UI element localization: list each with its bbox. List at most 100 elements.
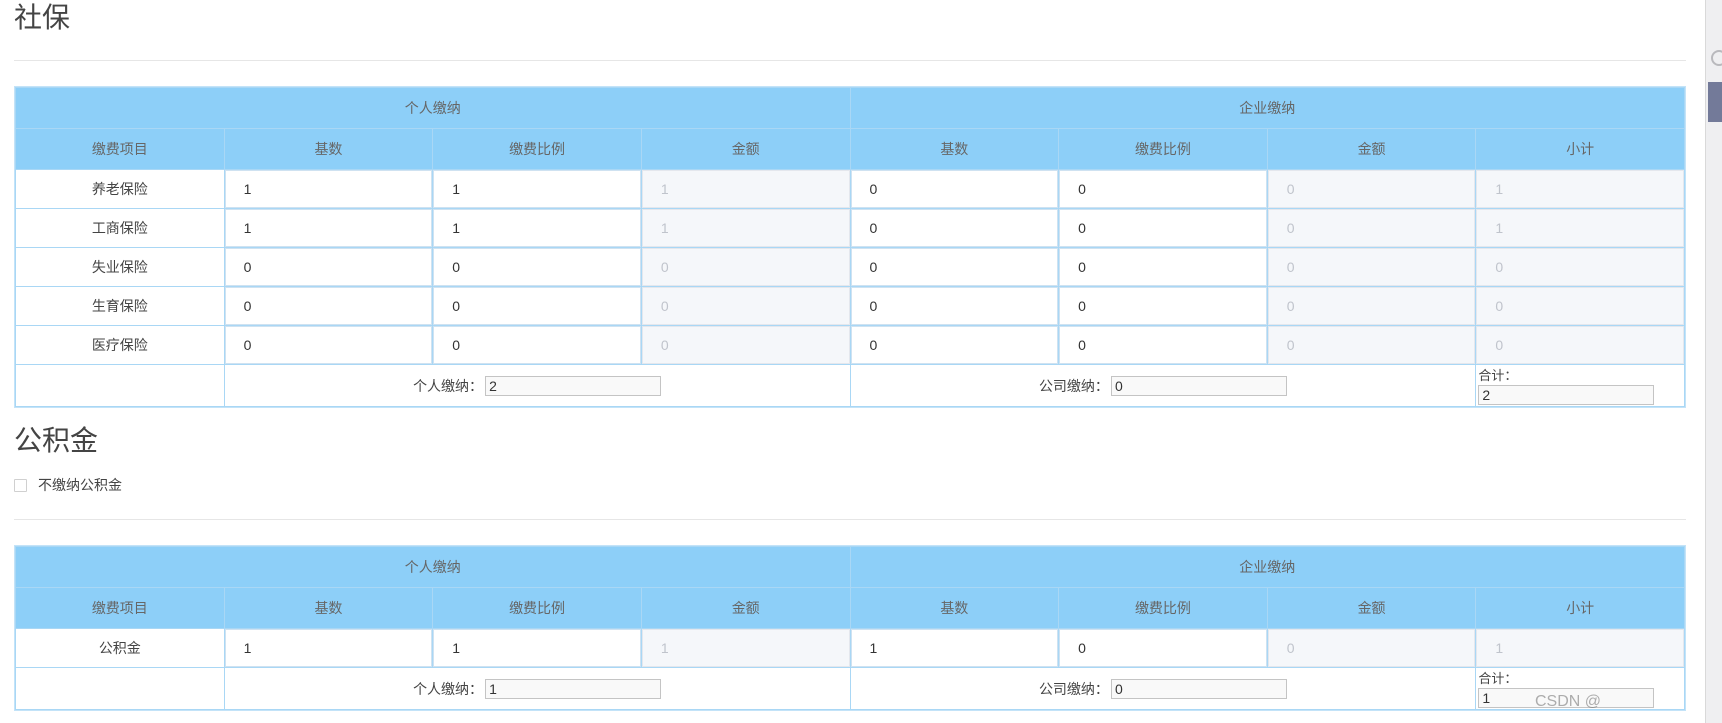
- subtotal-input: [1476, 326, 1684, 364]
- company-base-input[interactable]: [850, 326, 1059, 364]
- personal-total-input[interactable]: [485, 375, 662, 396]
- company-base-input[interactable]: [850, 170, 1059, 208]
- company-total-input[interactable]: [1110, 678, 1287, 699]
- company-amount-input: [1267, 326, 1476, 364]
- scrollbar-thumb[interactable]: [1708, 82, 1722, 122]
- table-row: 医疗保险: [16, 326, 1684, 364]
- company-rate-cell: [1059, 209, 1267, 247]
- column-header-item: 缴费项目: [16, 588, 224, 628]
- personal-rate-input[interactable]: [433, 629, 641, 667]
- company-total-cell: 公司缴纳：: [850, 365, 1476, 406]
- company-base-cell: [850, 209, 1059, 247]
- company-amount-cell: [1267, 170, 1476, 208]
- company-base-input[interactable]: [850, 248, 1059, 286]
- circle-icon: [1711, 50, 1722, 66]
- social-security-title: 社保: [14, 2, 71, 33]
- personal-base-input[interactable]: [224, 287, 433, 325]
- personal-total-cell: 个人缴纳：: [224, 365, 850, 406]
- company-base-input[interactable]: [850, 629, 1059, 667]
- personal-base-cell: [224, 248, 433, 286]
- company-rate-input[interactable]: [1059, 248, 1267, 286]
- column-header-personal-rate: 缴费比例: [433, 588, 641, 628]
- table-row: 生育保险: [16, 287, 1684, 325]
- summary-empty-cell: [16, 668, 224, 709]
- personal-group-header: 个人缴纳: [16, 88, 850, 128]
- group-header-row: 个人缴纳 企业缴纳: [16, 88, 1684, 128]
- personal-amount-input: [641, 629, 850, 667]
- item-name-cell: 养老保险: [16, 170, 224, 208]
- personal-rate-input[interactable]: [433, 287, 641, 325]
- personal-total-label: 个人缴纳：: [413, 377, 484, 394]
- personal-base-input[interactable]: [224, 248, 433, 286]
- item-name-cell: 工商保险: [16, 209, 224, 247]
- company-base-input[interactable]: [850, 209, 1059, 247]
- section-divider: [14, 60, 1686, 61]
- company-rate-cell: [1059, 326, 1267, 364]
- personal-amount-input: [641, 326, 850, 364]
- column-header-personal-rate: 缴费比例: [433, 129, 641, 169]
- opt-out-checkbox[interactable]: [14, 479, 27, 492]
- summary-row: 个人缴纳： 公司缴纳： 合计：: [16, 668, 1684, 709]
- summary-empty-cell: [16, 365, 224, 406]
- personal-total-input[interactable]: [485, 678, 662, 699]
- personal-rate-input[interactable]: [433, 248, 641, 286]
- housing-fund-title: 公积金: [14, 425, 99, 456]
- company-rate-cell: [1059, 629, 1267, 667]
- company-base-cell: [850, 170, 1059, 208]
- grand-total-cell: 合计：: [1476, 365, 1684, 406]
- personal-amount-input: [641, 170, 850, 208]
- company-base-cell: [850, 248, 1059, 286]
- column-header-company-base: 基数: [850, 129, 1059, 169]
- company-total-input[interactable]: [1110, 375, 1287, 396]
- section-divider: [14, 519, 1686, 520]
- column-header-row: 缴费项目 基数 缴费比例 金额 基数 缴费比例 金额 小计: [16, 588, 1684, 628]
- personal-base-cell: [224, 326, 433, 364]
- personal-rate-input[interactable]: [433, 209, 641, 247]
- item-name-cell: 生育保险: [16, 287, 224, 325]
- column-header-personal-amount: 金额: [641, 129, 850, 169]
- personal-group-header: 个人缴纳: [16, 547, 850, 587]
- company-base-cell: [850, 287, 1059, 325]
- personal-rate-input[interactable]: [433, 170, 641, 208]
- opt-out-label[interactable]: 不缴纳公积金: [38, 476, 122, 494]
- subtotal-input: [1476, 170, 1684, 208]
- company-amount-input: [1267, 170, 1476, 208]
- personal-rate-input[interactable]: [433, 326, 641, 364]
- company-total-label: 公司缴纳：: [1038, 680, 1109, 697]
- company-rate-input[interactable]: [1059, 209, 1267, 247]
- subtotal-cell: [1476, 170, 1684, 208]
- item-name-cell: 失业保险: [16, 248, 224, 286]
- company-amount-cell: [1267, 209, 1476, 247]
- column-header-item: 缴费项目: [16, 129, 224, 169]
- company-rate-input[interactable]: [1059, 170, 1267, 208]
- personal-base-input[interactable]: [224, 170, 433, 208]
- personal-base-input[interactable]: [224, 326, 433, 364]
- personal-amount-cell: [641, 629, 850, 667]
- table-row: 公积金: [16, 629, 1684, 667]
- company-base-cell: [850, 629, 1059, 667]
- personal-base-cell: [224, 170, 433, 208]
- company-amount-input: [1267, 209, 1476, 247]
- company-rate-input[interactable]: [1059, 287, 1267, 325]
- company-amount-input: [1267, 248, 1476, 286]
- column-header-subtotal: 小计: [1476, 129, 1684, 169]
- company-total-label: 公司缴纳：: [1038, 377, 1109, 394]
- company-group-header: 企业缴纳: [850, 547, 1684, 587]
- personal-base-cell: [224, 209, 433, 247]
- personal-base-cell: [224, 629, 433, 667]
- personal-rate-cell: [433, 326, 641, 364]
- company-rate-input[interactable]: [1059, 629, 1267, 667]
- company-amount-cell: [1267, 287, 1476, 325]
- window-scrollbar[interactable]: [1705, 0, 1722, 723]
- personal-rate-cell: [433, 248, 641, 286]
- company-base-input[interactable]: [850, 287, 1059, 325]
- personal-total-cell: 个人缴纳：: [224, 668, 850, 709]
- grand-total-input[interactable]: [1478, 385, 1655, 405]
- personal-base-input[interactable]: [224, 629, 433, 667]
- personal-base-input[interactable]: [224, 209, 433, 247]
- column-header-personal-amount: 金额: [641, 588, 850, 628]
- company-base-cell: [850, 326, 1059, 364]
- company-rate-input[interactable]: [1059, 326, 1267, 364]
- personal-rate-cell: [433, 629, 641, 667]
- personal-amount-cell: [641, 326, 850, 364]
